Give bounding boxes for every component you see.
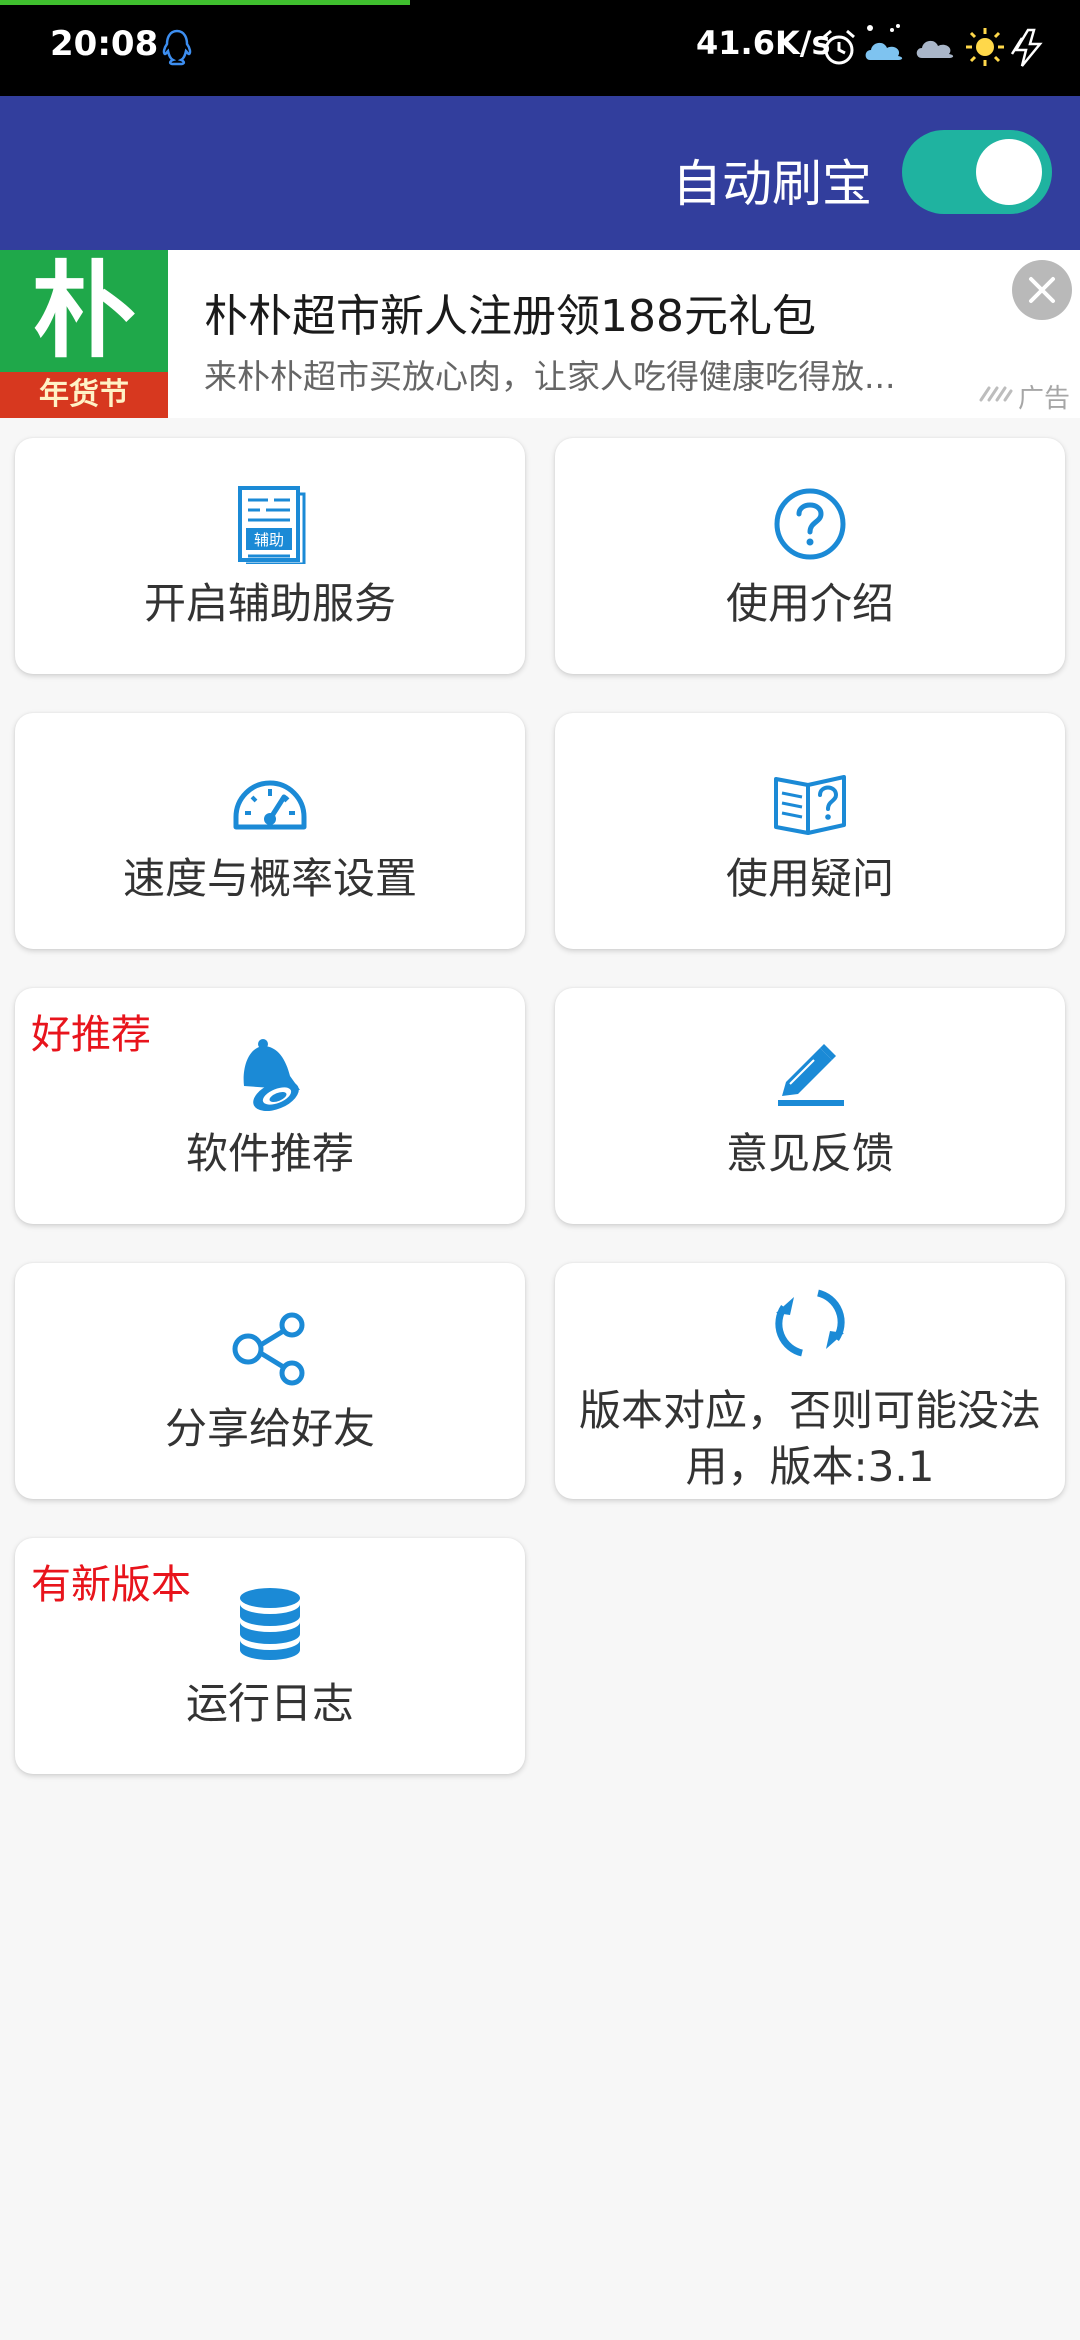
card-run-log[interactable]: 有新版本 运行日志: [15, 1538, 525, 1774]
card-enable-accessibility[interactable]: 辅助 开启辅助服务: [15, 438, 525, 674]
edit-pencil-icon: [778, 1044, 844, 1106]
cloud-icon: [916, 40, 954, 58]
battery-charging-icon: [1010, 28, 1043, 67]
card-version-info[interactable]: 版本对应，否则可能没法用，版本:3.1: [555, 1263, 1065, 1499]
qq-notification-icon: [162, 29, 192, 66]
card-feedback[interactable]: 意见反馈: [555, 988, 1065, 1224]
bell-icon: [243, 1039, 300, 1112]
ad-source-mark-icon: [979, 386, 1013, 402]
page-load-progress: [0, 0, 411, 5]
ad-title: 朴朴超市新人注册领188元礼包: [204, 291, 816, 342]
database-icon: [240, 1588, 300, 1660]
auto-refresh-label: 自动刷宝: [672, 155, 872, 213]
card-label: 使用介绍: [725, 579, 894, 628]
ad-description: 来朴朴超市买放心肉，让家人吃得健康吃得放...: [204, 357, 896, 396]
app-bar: 自动刷宝: [0, 96, 1080, 250]
ad-label: 广告: [1018, 384, 1071, 414]
assist-document-icon: 辅助: [238, 486, 306, 564]
card-label: 版本对应，否则可能没法用，版本:3.1: [578, 1386, 1041, 1491]
auto-refresh-toggle[interactable]: [902, 130, 1052, 214]
ad-close-button[interactable]: [1012, 260, 1072, 320]
help-circle-icon: [774, 488, 846, 560]
card-share-friends[interactable]: 分享给好友: [15, 1263, 525, 1499]
status-time: 20:08: [50, 24, 159, 64]
toggle-knob: [976, 139, 1042, 205]
card-label: 软件推荐: [185, 1129, 354, 1178]
share-icon: [232, 1312, 305, 1386]
new-version-badge: 有新版本: [31, 1562, 191, 1608]
card-software-recommend[interactable]: 好推荐 软件推荐: [15, 988, 525, 1224]
card-label: 开启辅助服务: [143, 579, 396, 628]
card-label: 使用疑问: [725, 854, 894, 903]
svg-text:辅助: 辅助: [254, 531, 284, 549]
card-usage-intro[interactable]: 使用介绍: [555, 438, 1065, 674]
status-bar: 20:08 41.6K/s: [0, 0, 1080, 96]
refresh-icon: [775, 1289, 845, 1357]
card-label: 速度与概率设置: [122, 854, 417, 903]
ad-logo-strip: 年货节: [0, 372, 168, 418]
card-label: 运行日志: [185, 1679, 354, 1728]
close-icon: [1029, 277, 1055, 303]
ad-banner[interactable]: 朴 年货节 朴朴超市新人注册领188元礼包 来朴朴超市买放心肉，让家人吃得健康吃…: [0, 250, 1080, 418]
alarm-clock-icon: [823, 29, 855, 65]
card-label: 分享给好友: [164, 1404, 375, 1453]
ad-logo-char: 朴: [31, 250, 136, 372]
recommend-badge: 好推荐: [31, 1012, 151, 1058]
card-speed-probability-settings[interactable]: 速度与概率设置: [15, 713, 525, 949]
weather-night-cloud-icon: [865, 24, 903, 60]
book-question-icon: [774, 775, 846, 835]
ad-logo: 朴 年货节: [0, 250, 168, 418]
card-label: 意见反馈: [725, 1129, 894, 1178]
sunny-icon: [966, 28, 1004, 66]
card-usage-questions[interactable]: 使用疑问: [555, 713, 1065, 949]
speedometer-icon: [233, 780, 307, 830]
network-speed: 41.6K/s: [696, 24, 831, 62]
